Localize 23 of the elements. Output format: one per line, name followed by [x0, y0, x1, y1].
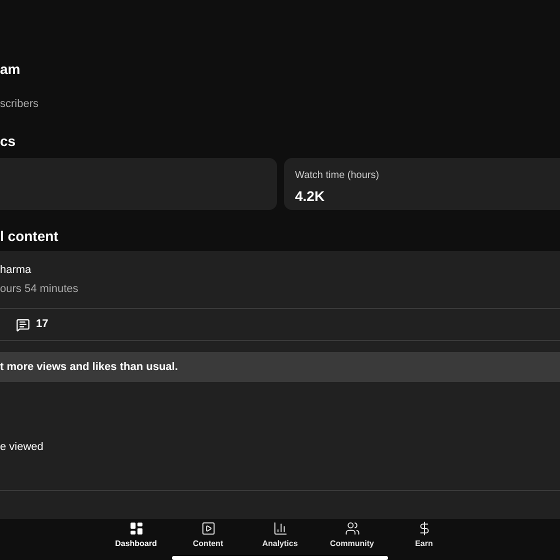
video-library-icon — [200, 521, 216, 536]
content-card[interactable]: harma ours 54 minutes 17 t more views and likes than usual. e viewed — [0, 251, 560, 519]
insight-text: e viewed — [0, 440, 44, 455]
insight-banner: t more views and likes than usual. — [0, 352, 560, 382]
nav-tab[interactable]: Content — [172, 521, 244, 550]
dashboard-icon — [128, 521, 144, 536]
stat-card[interactable]: Watch time (hours) 4.2K — [284, 158, 560, 210]
video-duration: ours 54 minutes — [0, 282, 78, 296]
comment-icon — [16, 318, 30, 332]
nav-tab[interactable]: Community — [316, 521, 388, 550]
nav-tab[interactable]: Earn — [388, 521, 460, 550]
section-heading: cs — [0, 132, 16, 150]
subscriber-count: scribers — [0, 97, 39, 112]
author-name: harma — [0, 263, 32, 278]
nav-tab[interactable]: Analytics — [244, 521, 316, 550]
stat-label: Watch time (hours) — [295, 168, 380, 182]
section-heading: l content — [0, 227, 58, 245]
channel-name: am — [0, 60, 20, 78]
comment-count: 17 — [36, 317, 48, 332]
stat-value: 4.2K — [295, 186, 325, 206]
nav-tab[interactable]: Dashboard — [100, 521, 172, 550]
bar-chart-icon — [272, 521, 288, 536]
people-icon — [344, 521, 360, 536]
